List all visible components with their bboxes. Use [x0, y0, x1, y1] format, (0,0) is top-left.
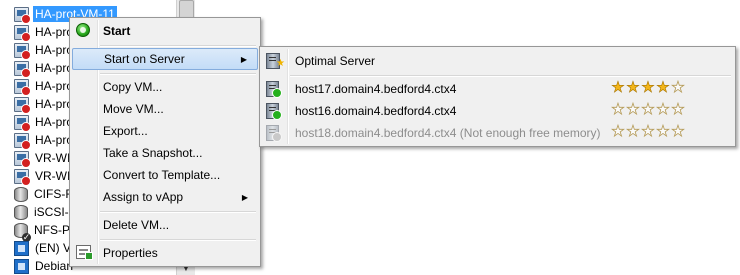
menu-item-start[interactable]: Start — [72, 20, 258, 42]
submenu-arrow-icon: ▶ — [240, 54, 247, 64]
template-icon — [14, 258, 29, 274]
start-icon — [76, 23, 90, 37]
vm-icon — [14, 60, 31, 78]
menu-item-label: Copy VM... — [103, 80, 163, 94]
tree-item[interactable]: NFS-P — [14, 221, 72, 242]
menu-separator — [100, 239, 256, 241]
tree-item[interactable]: HA-pro — [14, 95, 75, 114]
star-icon: ★ — [626, 79, 640, 96]
template-icon — [14, 240, 29, 256]
optimal-server-icon — [266, 53, 285, 72]
tree-item[interactable]: CIFS-F — [14, 185, 75, 203]
tree-item[interactable]: (EN) V — [14, 239, 73, 257]
host-label: host18.domain4.bedford4.ctx4 (Not enough… — [295, 126, 601, 140]
server-icon — [266, 103, 282, 120]
star-icon: ★ — [626, 123, 640, 140]
vm-context-menu: Start Start on Server ▶ Copy VM... Move … — [69, 17, 261, 267]
menu-item-label: Take a Snapshot... — [103, 146, 203, 160]
submenu-item-host17[interactable]: host17.domain4.bedford4.ctx4 ★ ★ ★ ★ ★ — [262, 78, 733, 100]
menu-item-assign-to-vapp[interactable]: Assign to vApp ▶ — [72, 186, 258, 208]
tree-item[interactable]: HA-pro — [14, 113, 75, 132]
menu-item-label: Properties — [103, 246, 158, 260]
start-on-server-submenu: Optimal Server host17.domain4.bedford4.c… — [259, 46, 736, 147]
star-icon: ★ — [671, 101, 685, 118]
tree-item[interactable]: Debian — [14, 257, 75, 275]
star-icon: ★ — [611, 101, 625, 118]
menu-separator — [290, 75, 731, 77]
host-rating: ★ ★ ★ ★ ★ — [611, 79, 685, 96]
menu-item-label: Optimal Server — [295, 54, 376, 68]
submenu-item-host16[interactable]: host16.domain4.bedford4.ctx4 ★ ★ ★ ★ ★ — [262, 100, 733, 122]
menu-item-label: Export... — [103, 124, 148, 138]
tree-item-label: VR-WI — [35, 151, 71, 165]
menu-item-copy-vm[interactable]: Copy VM... — [72, 76, 258, 98]
menu-separator — [100, 211, 256, 213]
vm-icon — [14, 168, 31, 186]
star-icon: ★ — [641, 79, 655, 96]
menu-item-label: Delete VM... — [103, 218, 170, 232]
tree-item-label: iSCSI- — [34, 205, 69, 219]
submenu-arrow-icon: ▶ — [241, 192, 248, 202]
star-icon: ★ — [641, 123, 655, 140]
vm-icon — [14, 42, 31, 60]
vm-icon — [14, 24, 31, 42]
star-icon: ★ — [656, 101, 670, 118]
menu-item-move-vm[interactable]: Move VM... — [72, 98, 258, 120]
star-icon: ★ — [671, 79, 685, 96]
vm-icon — [14, 96, 31, 114]
star-icon: ★ — [626, 101, 640, 118]
vm-icon — [14, 114, 31, 132]
menu-item-label: Start on Server — [104, 52, 185, 66]
vm-icon — [14, 78, 31, 96]
star-icon: ★ — [611, 79, 625, 96]
vm-icon — [14, 132, 31, 150]
tree-item[interactable]: HA-pro — [14, 41, 75, 60]
star-icon: ★ — [656, 123, 670, 140]
tree-item[interactable]: iSCSI- — [14, 203, 71, 221]
star-icon: ★ — [656, 79, 670, 96]
tree-item-label: VR-WI — [35, 169, 71, 183]
menu-item-take-snapshot[interactable]: Take a Snapshot... — [72, 142, 258, 164]
menu-item-label: Start — [103, 24, 131, 38]
tree-item-label: (EN) V — [35, 241, 71, 255]
tree-item[interactable]: VR-WI — [14, 149, 72, 168]
star-icon: ★ — [611, 123, 625, 140]
tree-item[interactable]: HA-pro — [14, 59, 75, 78]
submenu-item-optimal-server[interactable]: Optimal Server — [262, 50, 733, 72]
storage-icon — [14, 222, 31, 242]
host-rating: ★ ★ ★ ★ ★ — [611, 101, 685, 118]
menu-separator — [100, 45, 256, 47]
storage-icon — [14, 186, 28, 202]
properties-icon — [76, 245, 93, 260]
submenu-item-host18: host18.domain4.bedford4.ctx4 (Not enough… — [262, 122, 733, 144]
menu-item-label: Convert to Template... — [103, 168, 221, 182]
host-rating: ★ ★ ★ ★ ★ — [611, 123, 685, 140]
menu-item-properties[interactable]: Properties — [72, 242, 258, 264]
menu-separator — [100, 73, 256, 75]
host-label: host17.domain4.bedford4.ctx4 — [295, 82, 457, 96]
menu-item-convert-to-template[interactable]: Convert to Template... — [72, 164, 258, 186]
host-label: host16.domain4.bedford4.ctx4 — [295, 104, 457, 118]
tree-item[interactable]: VR-WI — [14, 167, 72, 186]
vm-icon — [14, 6, 31, 24]
star-icon: ★ — [671, 123, 685, 140]
tree-item[interactable]: HA-pro — [14, 77, 75, 96]
menu-item-label: Move VM... — [103, 102, 164, 116]
menu-item-start-on-server[interactable]: Start on Server ▶ — [72, 48, 258, 70]
tree-item-label: NFS-P — [34, 223, 70, 237]
tree-item[interactable]: HA-pro — [14, 23, 75, 42]
menu-item-export[interactable]: Export... — [72, 120, 258, 142]
vm-icon — [14, 150, 31, 168]
star-icon: ★ — [641, 101, 655, 118]
menu-item-label: Assign to vApp — [103, 190, 184, 204]
server-offline-icon — [266, 125, 282, 142]
server-icon — [266, 81, 282, 98]
storage-icon — [14, 204, 28, 220]
tree-item[interactable]: HA-pro — [14, 131, 75, 150]
menu-item-delete-vm[interactable]: Delete VM... — [72, 214, 258, 236]
